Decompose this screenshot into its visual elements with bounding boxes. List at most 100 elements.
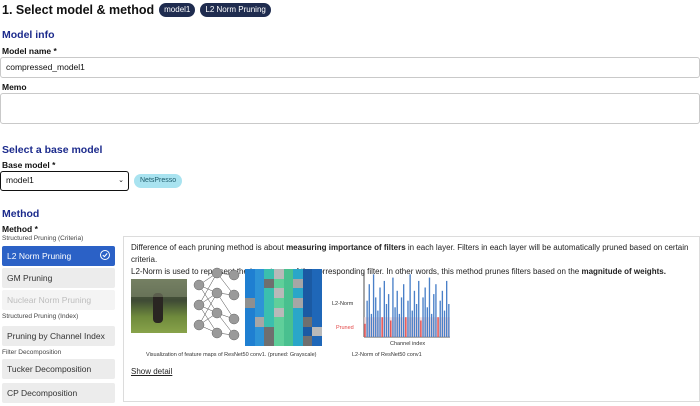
feature-map-cell [302,326,313,337]
chart-bar [433,294,435,337]
chart-bar [366,300,368,337]
feature-map-cell [264,278,274,289]
l2-norm-chart [363,271,450,338]
nn-node [228,289,240,301]
model-name-input[interactable]: compressed_model1 [0,57,700,78]
chart-bar [400,297,403,337]
chart-bar [368,284,370,337]
group-structured-criteria: Structured Pruning (Criteria) [2,235,84,242]
feature-map-cell [264,336,274,346]
base-model-select[interactable]: model1 ⌄ [0,171,129,191]
feature-map-cell [273,326,284,337]
chart-bar [405,317,407,337]
show-detail-link[interactable]: Show detail [131,367,172,376]
memo-textarea[interactable] [0,93,700,124]
chart-bar [396,290,398,337]
method-label: Method * [2,224,38,234]
feature-map-cell [312,336,322,346]
chart-bar [411,310,413,337]
chart-bar [375,297,377,337]
feature-map-cell [302,307,313,318]
feature-map-cell [293,326,303,337]
method-l2-norm-pruning[interactable]: L2 Norm Pruning [2,246,115,266]
method-detail-panel: Difference of each pruning method is abo… [123,236,700,402]
nn-node [228,269,240,281]
feature-map-cell [254,326,265,337]
page-title: 1. Select model & method [2,3,155,17]
x-axis-label: Channel index [390,341,426,347]
nn-node [193,299,205,311]
model-info-heading: Model info [2,29,55,41]
feature-map-cell [264,269,274,279]
feature-map-cell [293,307,303,318]
chart-bar [379,287,381,337]
caption-feature-maps: Visualization of feature maps of ResNet5… [146,352,317,358]
chart-bar [403,284,405,337]
feature-map-cell [293,297,303,308]
chart-bar [448,304,450,337]
feature-map-cell [283,278,294,289]
sample-photo [131,279,187,333]
chart-bar [383,280,385,337]
feature-map-cell [264,317,274,327]
chart-bar [439,300,441,337]
model-badge: model1 [159,3,196,17]
feature-map-cell [245,278,255,289]
chart-bar [381,317,383,337]
feature-map-cell [254,336,265,346]
photo-sky [131,279,187,297]
page-title-row: 1. Select model & method model1 L2 Norm … [2,3,271,17]
method-l2-label: L2 Norm Pruning [7,251,72,261]
method-tucker-decomposition[interactable]: Tucker Decomposition [2,359,115,379]
feature-map-cell [283,288,294,298]
feature-map-cell [302,297,313,308]
chart-bar [392,277,394,337]
feature-map-cell [245,336,255,346]
method-heading: Method [2,208,40,220]
nn-node [193,319,205,331]
feature-map-cell [312,307,322,318]
nn-node [228,313,240,325]
method-gm-pruning[interactable]: GM Pruning [2,268,115,288]
chart-bar [422,297,424,337]
chart-bar [415,304,418,337]
chart-bar [441,290,444,337]
feature-map-cell [245,317,255,327]
chart-bar [377,310,379,337]
feature-map-cell [245,307,255,318]
nn-node [211,287,223,299]
y-axis-label: L2-Norm [332,301,354,307]
group-filter-decomposition: Filter Decomposition [2,349,62,356]
feature-map-cell [245,269,255,279]
feature-map-cell [283,336,294,346]
feature-map-cell [302,317,313,327]
method-channel-index-pruning[interactable]: Pruning by Channel Index [2,326,115,346]
feature-map-cell [273,288,284,298]
nn-node [193,279,205,291]
base-model-label: Base model * [2,160,56,170]
chart-bar [409,274,411,337]
chart-bar [398,313,401,337]
feature-map-cell [264,307,274,318]
feature-map-cell [254,307,265,318]
nn-node [228,329,240,341]
pruned-label: Pruned [336,325,354,331]
chart-bar [387,294,390,337]
feature-map-cell [254,278,265,289]
feature-map-cell [283,307,294,318]
chart-bar [443,310,446,337]
base-model-heading: Select a base model [2,144,103,156]
feature-map-cell [312,278,322,289]
feature-map-cell [302,278,313,289]
feature-map-cell [254,297,265,308]
feature-map-cell [254,317,265,327]
desc-2b: magnitude of weights. [581,267,666,276]
feature-map-cell [302,288,313,298]
chevron-down-icon: ⌄ [118,177,124,184]
feature-map-mosaic [245,269,322,346]
method-cp-decomposition[interactable]: CP Decomposition [2,383,115,403]
chart-bar [407,300,409,337]
chart-bar [370,313,373,337]
feature-map-cell [254,269,265,279]
feature-map-cell [283,317,294,327]
